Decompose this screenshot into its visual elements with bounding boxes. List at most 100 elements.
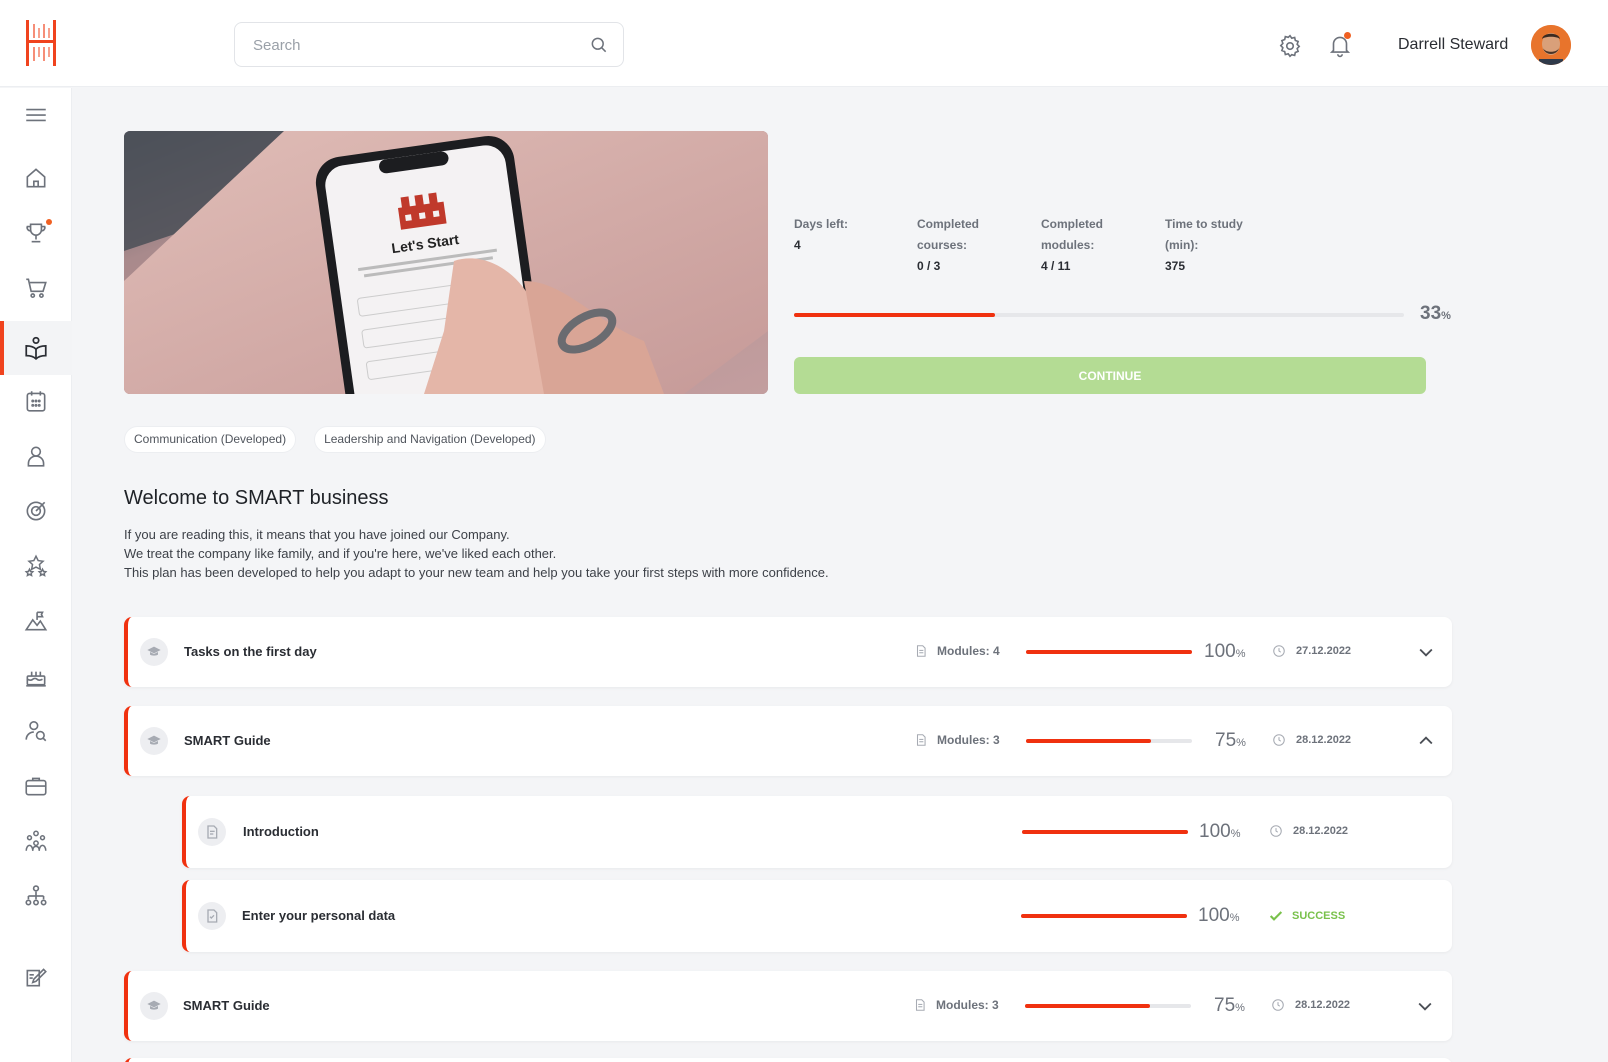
tag-communication[interactable]: Communication (Developed) bbox=[124, 426, 297, 453]
sidebar-item-home[interactable] bbox=[0, 155, 72, 201]
course-progress-bar bbox=[1026, 650, 1192, 654]
course-deadline: 28.12.2022 bbox=[1272, 733, 1351, 747]
sidebar-item-birthdays[interactable] bbox=[0, 653, 72, 699]
modules-count: Modules: 3 bbox=[937, 733, 1000, 747]
trophy-icon bbox=[26, 223, 46, 243]
chevron-down-icon[interactable] bbox=[1416, 642, 1436, 662]
welcome-description: If you are reading this, it means that y… bbox=[124, 525, 829, 582]
sidebar-item-goals[interactable] bbox=[0, 488, 72, 534]
notifications-bell-icon[interactable] bbox=[1327, 32, 1353, 58]
module-row[interactable]: Enter your personal data 100% SUCCESS bbox=[182, 880, 1452, 952]
course-title: SMART Guide bbox=[184, 733, 271, 748]
checkmark-icon bbox=[1269, 911, 1283, 921]
tag-leadership[interactable]: Leadership and Navigation (Developed) bbox=[314, 426, 546, 453]
course-progress-fill bbox=[1026, 739, 1151, 743]
module-checklist-icon bbox=[198, 902, 226, 930]
stat-label: modules: bbox=[1041, 238, 1095, 252]
course-progress-bar bbox=[1026, 739, 1192, 743]
stat-label: Days left: bbox=[794, 217, 849, 231]
sidebar-item-learning[interactable] bbox=[0, 321, 72, 375]
clock-icon bbox=[1273, 734, 1285, 746]
sidebar-item-vacancies[interactable] bbox=[0, 763, 72, 809]
course-progress-fill bbox=[1026, 650, 1192, 654]
module-row[interactable]: Introduction 100% 28.12.2022 bbox=[182, 796, 1452, 868]
stars-icon bbox=[24, 554, 48, 577]
app-logo[interactable] bbox=[24, 18, 58, 68]
course-cap-icon bbox=[140, 727, 168, 755]
course-modules: Modules: 3 bbox=[913, 998, 999, 1012]
document-icon bbox=[916, 645, 926, 657]
deadline-date: 28.12.2022 bbox=[1293, 825, 1349, 837]
module-progress-fill bbox=[1022, 830, 1188, 834]
sidebar-item-team[interactable] bbox=[0, 818, 72, 864]
plan-progress-percent: 33% bbox=[1420, 303, 1451, 324]
sidebar-item-search-people[interactable] bbox=[0, 708, 72, 754]
course-deadline: 27.12.2022 bbox=[1272, 644, 1351, 658]
module-status: SUCCESS bbox=[1268, 908, 1345, 924]
sidebar-item-calendar[interactable] bbox=[0, 378, 72, 424]
stat-value: 4 bbox=[794, 238, 801, 252]
course-row[interactable]: SMART Guide Modules: 3 75% 28.12.2022 bbox=[124, 706, 1452, 776]
sidebar-menu-toggle[interactable] bbox=[0, 92, 72, 138]
org-chart-icon bbox=[25, 885, 47, 906]
stat-completed-courses: Completed courses: 0 / 3 bbox=[917, 214, 1037, 276]
sidebar-item-surveys[interactable] bbox=[0, 954, 72, 1000]
sidebar-item-structure[interactable] bbox=[0, 873, 72, 919]
cake-icon bbox=[26, 671, 46, 687]
person-search-icon bbox=[25, 720, 47, 742]
search-box bbox=[234, 22, 624, 67]
chevron-up-icon[interactable] bbox=[1416, 731, 1436, 751]
stat-value: 4 / 11 bbox=[1041, 259, 1071, 273]
stat-value: 375 bbox=[1165, 259, 1186, 273]
search-input[interactable] bbox=[253, 35, 573, 55]
competency-tags: Communication (Developed) Leadership and… bbox=[124, 426, 546, 453]
course-deadline: 28.12.2022 bbox=[1271, 998, 1350, 1012]
sidebar-item-ratings[interactable] bbox=[0, 543, 72, 589]
sidebar-item-achievements[interactable] bbox=[0, 210, 72, 256]
sidebar-item-shop[interactable] bbox=[0, 265, 72, 311]
briefcase-icon bbox=[25, 777, 47, 796]
document-icon bbox=[916, 734, 926, 746]
course-percent: 75% bbox=[1214, 995, 1245, 1016]
course-row[interactable]: Tasks on the first day Modules: 4 100% 2… bbox=[124, 617, 1452, 687]
course-percent: 75% bbox=[1215, 730, 1246, 751]
user-avatar[interactable] bbox=[1531, 25, 1571, 65]
stat-label: (min): bbox=[1165, 238, 1199, 252]
course-modules: Modules: 3 bbox=[914, 733, 1000, 747]
plan-progress-bar bbox=[794, 313, 1404, 317]
course-row[interactable]: SMART Guide Modules: 3 75% 28.12.2022 bbox=[124, 971, 1452, 1041]
course-modules: Modules: 4 bbox=[914, 644, 1000, 658]
plan-progress-fill bbox=[794, 313, 996, 317]
calendar-icon bbox=[26, 391, 46, 412]
stat-completed-modules: Completed modules: 4 / 11 bbox=[1041, 214, 1161, 276]
course-cap-icon bbox=[140, 992, 168, 1020]
stat-time-to-study: Time to study (min): 375 bbox=[1165, 214, 1285, 276]
module-progress-bar bbox=[1021, 914, 1187, 918]
module-percent: 100% bbox=[1199, 821, 1241, 842]
continue-button[interactable]: CONTINUE bbox=[794, 357, 1426, 394]
search-icon[interactable] bbox=[589, 35, 609, 55]
module-title: Introduction bbox=[243, 824, 319, 839]
chevron-down-icon[interactable] bbox=[1415, 996, 1435, 1016]
stat-label: Completed bbox=[1041, 217, 1104, 231]
deadline-date: 27.12.2022 bbox=[1296, 645, 1352, 657]
settings-gear-icon[interactable] bbox=[1277, 33, 1303, 59]
module-document-icon bbox=[198, 818, 226, 846]
welcome-line: We treat the company like family, and if… bbox=[124, 546, 557, 561]
course-row-partial[interactable] bbox=[124, 1058, 1452, 1062]
welcome-line: If you are reading this, it means that y… bbox=[124, 527, 510, 542]
module-deadline: 28.12.2022 bbox=[1269, 824, 1348, 838]
page-title: Welcome to SMART business bbox=[124, 487, 389, 509]
module-percent: 100% bbox=[1198, 905, 1240, 926]
user-name[interactable]: Darrell Steward bbox=[1398, 36, 1508, 54]
sidebar-item-profile[interactable] bbox=[0, 433, 72, 479]
clock-icon bbox=[1270, 825, 1282, 837]
course-cap-icon bbox=[140, 638, 168, 666]
course-percent: 100% bbox=[1204, 641, 1246, 662]
sidebar-item-career[interactable] bbox=[0, 598, 72, 644]
welcome-line: This plan has been developed to help you… bbox=[124, 565, 829, 580]
course-progress-bar bbox=[1025, 1004, 1191, 1008]
notification-dot bbox=[1344, 32, 1351, 39]
target-icon bbox=[26, 501, 46, 521]
status-badge: SUCCESS bbox=[1292, 910, 1346, 922]
